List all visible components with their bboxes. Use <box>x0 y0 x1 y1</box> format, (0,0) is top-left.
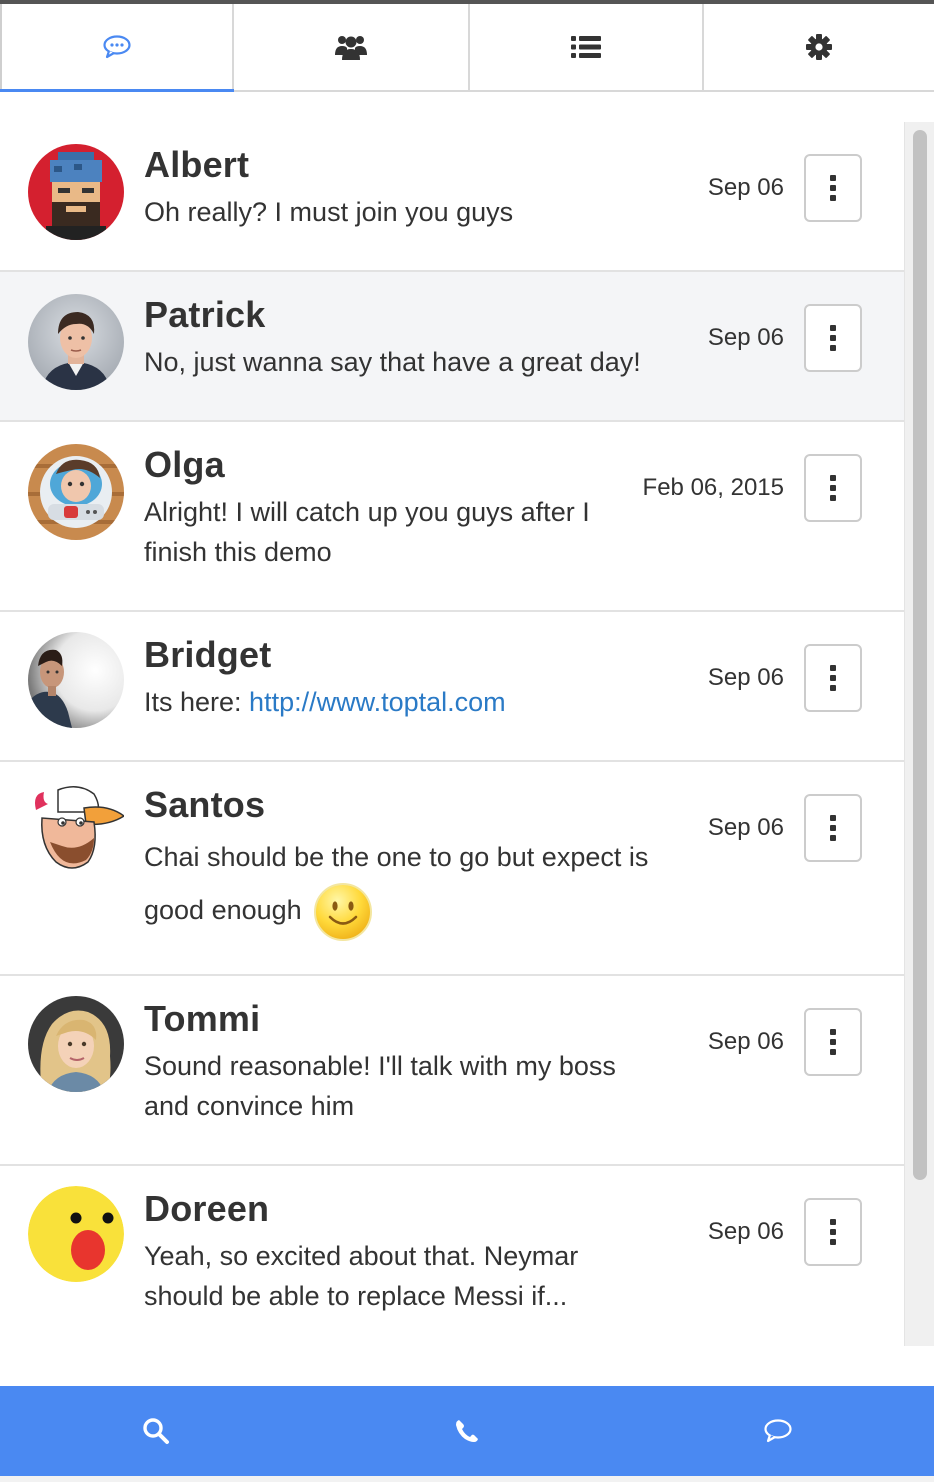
tab-settings[interactable] <box>704 4 934 90</box>
bottom-border <box>0 1476 934 1482</box>
message-date: Sep 06 <box>707 1218 784 1245</box>
conversation-list: Albert Oh really? I must join you guys S… <box>0 122 904 1346</box>
message-preview: No, just wanna say that have a great day… <box>144 347 641 377</box>
conversation-row[interactable]: Doreen Yeah, so excited about that. Neym… <box>0 1166 904 1346</box>
users-icon <box>335 36 367 60</box>
message-preview: Its here: http://www.toptal.com <box>144 682 506 722</box>
avatar <box>28 144 124 240</box>
conversation-row[interactable]: Patrick No, just wanna say that have a g… <box>0 272 904 422</box>
conversation-row[interactable]: Albert Oh really? I must join you guys S… <box>0 122 904 272</box>
phone-icon <box>455 1420 478 1442</box>
message-preview: Alright! I will catch up you guys after … <box>144 497 590 567</box>
gear-icon <box>806 34 832 60</box>
avatar <box>28 444 124 540</box>
scrollbar-track[interactable] <box>904 122 934 1346</box>
more-vertical-icon <box>830 1219 836 1225</box>
message-preview: Chai should be the one to go but expect … <box>144 832 704 942</box>
comment-icon <box>764 1419 792 1443</box>
tab-list[interactable] <box>470 4 704 90</box>
avatar <box>28 1186 124 1282</box>
avatar <box>28 782 124 878</box>
conversation-row[interactable]: Bridget Its here: http://www.toptal.com … <box>0 612 904 762</box>
contact-name: Tommi <box>144 998 261 1039</box>
message-date: Sep 06 <box>707 324 784 351</box>
conversation-row[interactable]: Tommi Sound reasonable! I'll talk with m… <box>0 976 904 1166</box>
message-date: Sep 06 <box>707 814 784 841</box>
conversation-row[interactable]: Santos Chai should be the one to go but … <box>0 762 904 976</box>
pixel-art-avatar <box>28 144 124 240</box>
search-button[interactable] <box>0 1386 311 1476</box>
list-icon <box>571 36 601 58</box>
search-icon <box>142 1418 169 1444</box>
more-vertical-icon <box>830 1029 836 1035</box>
contact-name: Santos <box>144 784 266 825</box>
contact-name: Doreen <box>144 1188 270 1229</box>
contact-name: Bridget <box>144 634 272 675</box>
sketch-avatar <box>28 632 124 728</box>
message-date: Sep 06 <box>707 174 784 201</box>
contact-name: Albert <box>144 144 250 185</box>
astronaut-avatar <box>28 444 124 540</box>
message-date: Feb 06, 2015 <box>642 474 784 501</box>
scrollbar-thumb[interactable] <box>913 130 927 1180</box>
contact-name: Patrick <box>144 294 266 335</box>
more-vertical-icon <box>830 325 836 331</box>
conversation-row[interactable]: Olga Alright! I will catch up you guys a… <box>0 422 904 612</box>
woman-photo-avatar <box>28 996 124 1092</box>
message-text: Its here: <box>144 687 250 717</box>
more-options-button[interactable] <box>804 454 862 522</box>
surprised-face-avatar <box>28 1186 124 1282</box>
more-options-button[interactable] <box>804 794 862 862</box>
avatar <box>28 632 124 728</box>
message-link[interactable]: http://www.toptal.com <box>249 687 506 717</box>
message-text: Chai should be the one to go but expect … <box>144 842 649 926</box>
more-options-button[interactable] <box>804 1198 862 1266</box>
avatar <box>28 294 124 390</box>
message-preview: Yeah, so excited about that. Neymar shou… <box>144 1241 579 1311</box>
top-tab-bar <box>0 4 934 92</box>
call-button[interactable] <box>311 1386 622 1476</box>
more-options-button[interactable] <box>804 304 862 372</box>
message-date: Sep 06 <box>707 1028 784 1055</box>
more-vertical-icon <box>830 475 836 481</box>
duck-cartoon-avatar <box>35 786 124 869</box>
more-options-button[interactable] <box>804 154 862 222</box>
message-preview: Oh really? I must join you guys <box>144 197 514 227</box>
comment-button[interactable] <box>623 1386 934 1476</box>
more-options-button[interactable] <box>804 1008 862 1076</box>
man-photo-avatar <box>28 294 124 390</box>
more-vertical-icon <box>830 665 836 671</box>
message-date: Sep 06 <box>707 664 784 691</box>
more-vertical-icon <box>830 815 836 821</box>
tab-contacts[interactable] <box>234 4 470 90</box>
contact-name: Olga <box>144 444 225 485</box>
avatar <box>28 996 124 1092</box>
chat-icon <box>103 35 131 59</box>
tab-chats[interactable] <box>0 4 234 92</box>
more-options-button[interactable] <box>804 644 862 712</box>
bottom-action-bar <box>0 1386 934 1476</box>
smiley-emoji <box>314 883 373 941</box>
more-vertical-icon <box>830 175 836 181</box>
message-preview: Sound reasonable! I'll talk with my boss… <box>144 1051 616 1121</box>
